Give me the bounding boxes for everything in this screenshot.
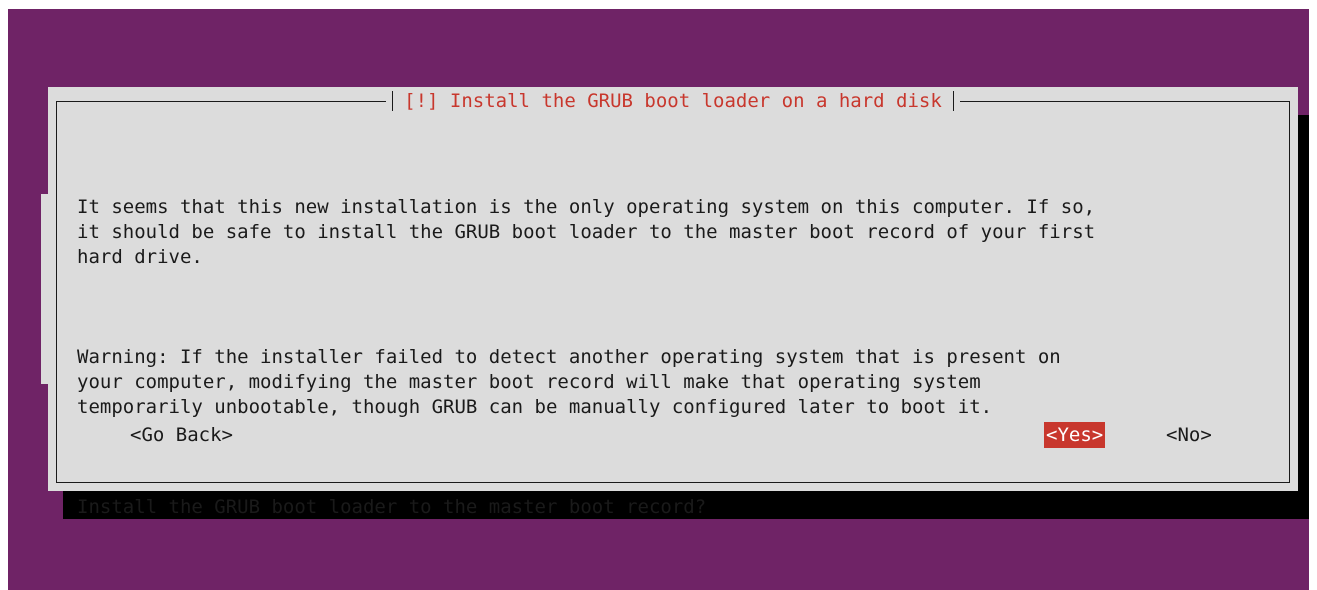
dialog-title: [!] Install the GRUB boot loader on a ha… [385,87,961,115]
yes-button[interactable]: <Yes> [1044,422,1106,448]
title-right-tick [953,90,955,111]
dialog-title-bar: [!] Install the GRUB boot loader on a ha… [48,87,1298,115]
dialog-title-text: [!] Install the GRUB boot loader on a ha… [404,90,942,112]
no-button[interactable]: <No> [1166,422,1212,448]
title-left-tick [391,90,393,111]
go-back-button[interactable]: <Go Back> [130,422,233,448]
installer-screen: [!] Install the GRUB boot loader on a ha… [8,9,1309,590]
question-paragraph: Install the GRUB boot loader to the mast… [77,496,707,518]
dialog-body: It seems that this new installation is t… [77,145,1277,590]
button-row: <Go Back> <Yes> <No> [48,407,1298,448]
info-paragraph: It seems that this new installation is t… [77,196,1096,268]
grub-install-dialog: [!] Install the GRUB boot loader on a ha… [48,87,1298,518]
